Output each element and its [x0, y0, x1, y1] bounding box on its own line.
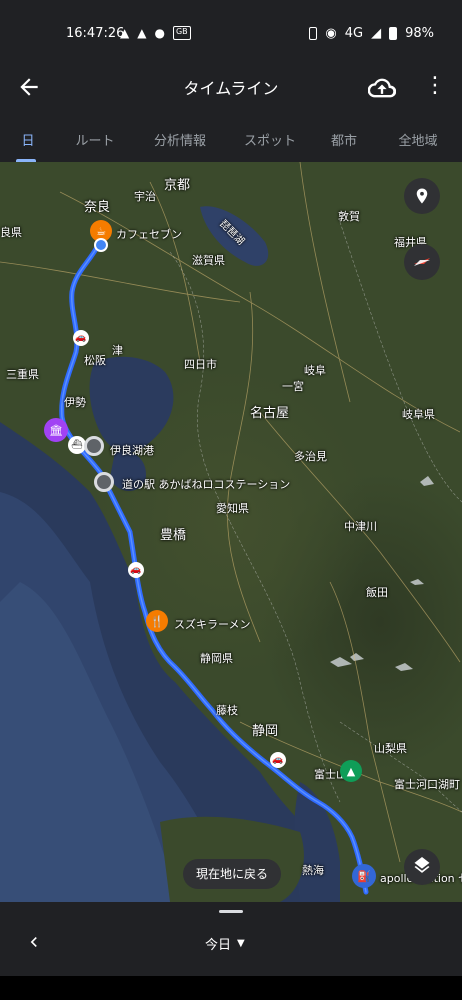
phone-icon: [309, 27, 318, 40]
irago-pin-icon[interactable]: [84, 436, 104, 456]
tab-day[interactable]: 日: [0, 110, 56, 162]
bottom-sheet[interactable]: 今日 ▼: [0, 902, 462, 976]
map-label-toyohashi: 豊橋: [160, 528, 187, 543]
map-label-irago: 伊良湖港: [110, 444, 154, 457]
status-time: 16:47:26: [66, 26, 125, 41]
map-label-tsu: 津: [112, 344, 123, 357]
map-label-tajimi: 多治見: [294, 450, 327, 463]
restaurant-marker-icon[interactable]: 🍴: [146, 610, 168, 632]
battery-icon: [389, 27, 398, 40]
akabane-pin-icon[interactable]: [94, 472, 114, 492]
system-nav-bar: [0, 976, 462, 1000]
map-label-ise: 伊勢: [64, 396, 86, 409]
tab-route[interactable]: ルート: [56, 110, 134, 162]
map-terrain: [0, 162, 462, 902]
map-label-shiga: 滋賀県: [192, 254, 225, 267]
map-label-nara-pref: 良県: [0, 226, 22, 239]
date-label: 今日: [205, 938, 232, 953]
status-bar: 16:47:26 ▲ ▲ ● GB ◉ 4G ◢ 98%: [0, 0, 462, 66]
map-label-uji: 宇治: [134, 190, 156, 203]
location-pin-icon: ●: [154, 26, 165, 40]
car-activity-icon[interactable]: 🚗: [73, 330, 89, 346]
museum-marker-icon[interactable]: 🏛: [44, 418, 68, 442]
car-activity-icon-3[interactable]: 🚗: [270, 752, 286, 768]
status-left-icons: ▲ ▲ ● GB: [120, 26, 191, 40]
map-label-mie: 三重県: [6, 368, 39, 381]
tab-world[interactable]: 全地域: [374, 110, 462, 162]
dropdown-arrow-icon: ▼: [237, 938, 245, 949]
compass-icon[interactable]: [404, 244, 440, 280]
car-activity-icon-2[interactable]: 🚗: [128, 562, 144, 578]
map-label-gifu-pref: 岐阜県: [402, 408, 435, 421]
layers-icon[interactable]: [404, 849, 440, 885]
map-label-gifu: 岐阜: [304, 364, 326, 377]
battery-level: 98%: [405, 26, 434, 41]
map-label-atami: 熱海: [302, 864, 324, 877]
map-label-ramen: スズキラーメン: [174, 618, 251, 631]
map-label-yamanashi: 山梨県: [374, 742, 407, 755]
map-label-shizuoka-pref: 静岡県: [200, 652, 233, 665]
map-label-ichinomiya: 一宮: [282, 380, 304, 393]
status-right: ◉ 4G ◢ 98%: [309, 26, 434, 41]
start-point-icon[interactable]: [94, 238, 108, 252]
map-label-nakatsugawa: 中津川: [344, 520, 377, 533]
map-label-shizuoka: 静岡: [252, 724, 279, 739]
cloud-upload-icon[interactable]: [367, 74, 397, 102]
map-label-matsusaka: 松阪: [84, 354, 106, 367]
location-icon: ◉: [325, 26, 337, 41]
gb-badge-icon: GB: [172, 26, 191, 40]
map-label-akabane: 道の駅 あかばねロコステーション: [122, 478, 291, 491]
return-to-location-button[interactable]: 現在地に戻る: [183, 859, 282, 889]
warning-icon: ▲: [120, 26, 130, 40]
map-label-fujieda: 藤枝: [216, 704, 238, 717]
signal-icon: ◢: [371, 26, 382, 41]
tab-insights[interactable]: 分析情報: [134, 110, 226, 162]
map-label-iida: 飯田: [366, 586, 388, 599]
map-label-fujikawaguchiko: 富士河口湖町: [394, 778, 460, 791]
date-selector[interactable]: 今日 ▼: [205, 934, 245, 953]
map-view[interactable]: 京都 宇治 奈良 良県 琵琶湖 滋賀県 敦賀 福井県 津 松阪 三重県 伊勢 四…: [0, 162, 462, 902]
tab-bar: 日 ルート 分析情報 スポット 都市 全地域: [0, 110, 462, 162]
map-label-kyoto: 京都: [164, 178, 191, 193]
map-label-cafe: カフェセブン: [116, 228, 182, 241]
map-label-nara: 奈良: [84, 200, 111, 215]
map-label-aichi: 愛知県: [216, 502, 249, 515]
navigation-icon: ▲: [137, 26, 147, 40]
gas-station-marker-icon[interactable]: ⛽: [352, 864, 376, 888]
tab-cities[interactable]: 都市: [314, 110, 374, 162]
mountain-marker-icon[interactable]: ▲: [340, 760, 362, 782]
more-vert-icon[interactable]: ⋮: [424, 74, 446, 102]
map-label-tsuruga: 敦賀: [338, 210, 360, 223]
tab-spots[interactable]: スポット: [226, 110, 314, 162]
app-bar: タイムライン ⋮: [0, 66, 462, 110]
map-label-yokkaichi: 四日市: [184, 358, 217, 371]
network-label: 4G: [344, 26, 364, 41]
map-label-nagoya: 名古屋: [250, 406, 290, 421]
place-pin-icon[interactable]: [404, 178, 440, 214]
chevron-left-icon[interactable]: [24, 932, 44, 956]
drag-handle[interactable]: [219, 910, 243, 913]
